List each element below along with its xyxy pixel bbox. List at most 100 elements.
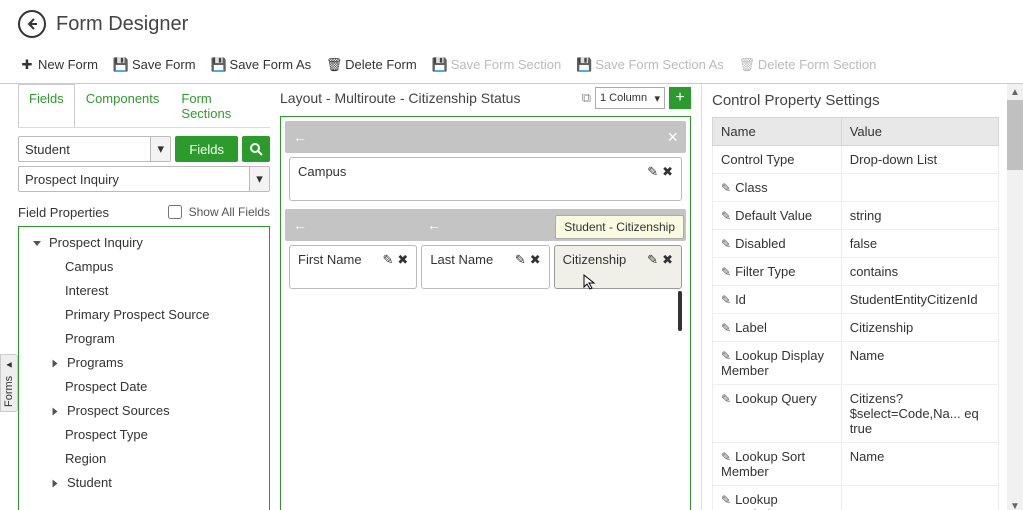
property-row[interactable]: ✎Lookup Translation Members bbox=[713, 486, 999, 510]
pencil-icon[interactable]: ✎ bbox=[721, 293, 731, 307]
property-value[interactable] bbox=[841, 174, 998, 202]
pencil-icon[interactable]: ✎ bbox=[721, 321, 731, 335]
property-row[interactable]: ✎Lookup Sort MemberName bbox=[713, 443, 999, 486]
property-value[interactable]: false bbox=[841, 230, 998, 258]
form-select[interactable]: Prospect Inquiry ▾ bbox=[18, 166, 270, 192]
tree-item[interactable]: Programs bbox=[19, 351, 269, 375]
save-form-label: Save Form bbox=[132, 57, 196, 72]
remove-icon[interactable]: ✖ bbox=[530, 252, 541, 268]
save-form-as-button[interactable]: 💾Save Form As bbox=[210, 53, 314, 77]
tree-item[interactable]: Region bbox=[19, 447, 269, 471]
property-value[interactable]: Drop-down List bbox=[841, 146, 998, 174]
field-campus[interactable]: Campus ✎✖ bbox=[289, 157, 682, 201]
caret-down-icon: ▾ bbox=[654, 92, 660, 105]
close-icon[interactable]: × bbox=[667, 127, 678, 148]
tree-item[interactable]: Primary Prospect Source bbox=[19, 303, 269, 327]
property-value[interactable] bbox=[841, 486, 998, 510]
remove-icon[interactable]: ✖ bbox=[662, 252, 673, 268]
tree-item[interactable]: Campus bbox=[19, 255, 269, 279]
property-row[interactable]: ✎Lookup QueryCitizens?$select=Code,Na...… bbox=[713, 385, 999, 443]
arrow-left-icon bbox=[25, 17, 39, 31]
remove-icon[interactable]: ✖ bbox=[397, 252, 408, 268]
arrow-left-icon: ← bbox=[293, 129, 307, 145]
column-select[interactable]: 1 Column ▾ bbox=[595, 87, 665, 109]
pencil-icon[interactable]: ✎ bbox=[721, 392, 731, 406]
new-form-button[interactable]: ✚New Form bbox=[18, 53, 100, 77]
property-name: ✎Class bbox=[713, 174, 842, 202]
tree-item[interactable]: Interest bbox=[19, 279, 269, 303]
pencil-icon[interactable]: ✎ bbox=[515, 252, 526, 268]
scroll-thumb[interactable] bbox=[1007, 100, 1023, 170]
remove-icon[interactable]: ✖ bbox=[662, 164, 673, 180]
property-name: ✎Label bbox=[713, 314, 842, 342]
property-row[interactable]: Control TypeDrop-down List bbox=[713, 146, 999, 174]
tab-fields[interactable]: Fields bbox=[18, 84, 75, 127]
pencil-icon[interactable]: ✎ bbox=[721, 265, 731, 279]
caret-down-icon: ▾ bbox=[150, 137, 170, 161]
pencil-icon[interactable]: ✎ bbox=[721, 209, 731, 223]
property-name: ✎Lookup Display Member bbox=[713, 342, 842, 385]
tree-item[interactable]: Prospect Type bbox=[19, 423, 269, 447]
tree-item[interactable]: Prospect Inquiry bbox=[19, 231, 269, 255]
show-all-fields-label[interactable]: Show All Fields bbox=[164, 202, 270, 222]
pencil-icon[interactable]: ✎ bbox=[721, 493, 731, 507]
delete-form-button[interactable]: 🗑Delete Form bbox=[325, 53, 419, 77]
property-value[interactable]: Name bbox=[841, 443, 998, 486]
pencil-icon[interactable]: ✎ bbox=[383, 252, 394, 268]
new-form-label: New Form bbox=[38, 57, 98, 72]
scroll-up-icon[interactable]: ▲ bbox=[1007, 84, 1023, 100]
save-form-button[interactable]: 💾Save Form bbox=[112, 53, 198, 77]
field-citizenship[interactable]: Citizenship ✎✖ bbox=[554, 245, 682, 289]
pencil-icon[interactable]: ✎ bbox=[647, 252, 658, 268]
property-name: ✎Disabled bbox=[713, 230, 842, 258]
col-name[interactable]: Name bbox=[713, 118, 842, 146]
property-value[interactable]: StudentEntityCitizenId bbox=[841, 286, 998, 314]
field-first-name[interactable]: First Name ✎✖ bbox=[289, 245, 417, 289]
trash-icon: 🗑 bbox=[740, 57, 754, 73]
field-last-name[interactable]: Last Name ✎✖ bbox=[421, 245, 549, 289]
pencil-icon[interactable]: ✎ bbox=[721, 181, 731, 195]
tree-item[interactable]: Prospect Date bbox=[19, 375, 269, 399]
tree-item[interactable]: Student bbox=[19, 471, 269, 495]
pencil-icon[interactable]: ✎ bbox=[721, 349, 731, 363]
tree-item[interactable]: Prospect Sources bbox=[19, 399, 269, 423]
entity-select[interactable]: Student ▾ bbox=[18, 136, 171, 162]
property-row[interactable]: ✎LabelCitizenship bbox=[713, 314, 999, 342]
col-value[interactable]: Value bbox=[841, 118, 998, 146]
property-row[interactable]: ✎IdStudentEntityCitizenId bbox=[713, 286, 999, 314]
property-value[interactable]: Name bbox=[841, 342, 998, 385]
show-all-fields-checkbox[interactable] bbox=[168, 205, 182, 219]
property-value[interactable]: Citizens?$select=Code,Na... eq true bbox=[841, 385, 998, 443]
tab-components[interactable]: Components bbox=[75, 84, 171, 127]
property-row[interactable]: ✎Default Valuestring bbox=[713, 202, 999, 230]
property-row[interactable]: ✎Disabledfalse bbox=[713, 230, 999, 258]
pencil-icon[interactable]: ✎ bbox=[721, 237, 731, 251]
pencil-icon[interactable]: ✎ bbox=[647, 164, 658, 180]
section-bar[interactable]: ← × bbox=[285, 121, 686, 153]
field-tree[interactable]: Prospect Inquiry Campus Interest Primary… bbox=[18, 226, 270, 510]
field-label: Last Name bbox=[430, 252, 493, 267]
fields-button[interactable]: Fields bbox=[175, 136, 238, 162]
property-value[interactable]: contains bbox=[841, 258, 998, 286]
layout-title: Layout - Multiroute - Citizenship Status bbox=[280, 90, 520, 106]
scroll-down-icon[interactable]: ▼ bbox=[1007, 498, 1023, 510]
tab-form-sections[interactable]: Form Sections bbox=[170, 84, 270, 127]
delete-section-label: Delete Form Section bbox=[758, 57, 877, 72]
add-section-button[interactable]: + bbox=[669, 87, 691, 109]
property-name: ✎Filter Type bbox=[713, 258, 842, 286]
pencil-icon[interactable]: ✎ bbox=[721, 450, 731, 464]
back-button[interactable] bbox=[18, 10, 46, 38]
search-button[interactable] bbox=[242, 136, 270, 162]
tree-item[interactable]: Program bbox=[19, 327, 269, 351]
layout-canvas[interactable]: ← × Campus ✎✖ ← ← × Student - Citizenshi… bbox=[280, 116, 691, 510]
save-section-as-button: 💾Save Form Section As bbox=[575, 53, 726, 77]
forms-side-tab[interactable]: Forms ▸ bbox=[0, 354, 18, 412]
property-value[interactable]: Citizenship bbox=[841, 314, 998, 342]
property-value[interactable]: string bbox=[841, 202, 998, 230]
column-select-value: 1 Column bbox=[600, 92, 647, 104]
vertical-scrollbar[interactable]: ▲ ▼ bbox=[1007, 84, 1023, 510]
property-row[interactable]: ✎Filter Typecontains bbox=[713, 258, 999, 286]
property-row[interactable]: ✎Lookup Display MemberName bbox=[713, 342, 999, 385]
property-row[interactable]: ✎Class bbox=[713, 174, 999, 202]
copy-icon[interactable]: ⧉ bbox=[582, 90, 591, 106]
